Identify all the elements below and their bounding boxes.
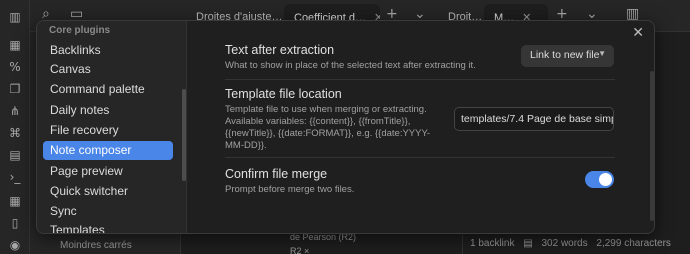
setting-description: Prompt before merge two files.: [225, 184, 355, 195]
terminal-icon[interactable]: ›_: [6, 168, 24, 186]
chevron-down-icon: ▼: [598, 49, 606, 58]
backlink-count[interactable]: 1 backlink: [470, 238, 514, 249]
bookmark-icon[interactable]: ▯: [6, 214, 24, 232]
word-count: 302 words: [541, 238, 588, 249]
sidebar-item-daily-notes[interactable]: Daily notes: [43, 101, 173, 120]
sidebar-item-page-preview[interactable]: Page preview: [43, 162, 173, 181]
status-bar: 1 backlink ▤ 302 words 2,299 characters: [470, 238, 690, 249]
sidebar-item-sync[interactable]: Sync: [43, 202, 173, 221]
copy-icon[interactable]: ❐: [6, 80, 24, 98]
file-item[interactable]: Moindres carrés: [60, 240, 132, 251]
setting-confirm-file-merge: Confirm file merge Prompt before merge t…: [225, 167, 645, 196]
sidebar-scrollbar[interactable]: [182, 89, 186, 181]
help-icon[interactable]: ◉: [6, 236, 24, 254]
sidebar-item-backlinks[interactable]: Backlinks: [43, 41, 173, 60]
left-ribbon: ▥ ▦ % ❐ ⋔ ⌘ ▤ ›_ ▦ ▯ ◉: [0, 0, 30, 254]
divider: [225, 157, 615, 158]
code-percent-icon[interactable]: %: [6, 58, 24, 76]
settings-content: ✕ Text after extraction What to show in …: [187, 21, 654, 233]
command-icon[interactable]: ⌘: [6, 124, 24, 142]
table-icon[interactable]: ▦: [6, 192, 24, 210]
setting-description: Template file to use when merging or ext…: [225, 104, 431, 151]
divider: [225, 79, 615, 80]
sidebar-item-file-recovery[interactable]: File recovery: [43, 121, 173, 140]
graph-icon[interactable]: ⋔: [6, 102, 24, 120]
dropdown-value: Link to new file: [530, 49, 600, 61]
settings-sidebar: Core plugins Backlinks Canvas Command pa…: [37, 21, 187, 233]
sidebar-item-quick-switcher[interactable]: Quick switcher: [43, 182, 173, 201]
setting-name: Confirm file merge: [225, 167, 328, 181]
sidebar-item-command-palette[interactable]: Command palette: [43, 80, 173, 99]
character-count: 2,299 characters: [596, 238, 671, 249]
toggle-knob: [599, 173, 612, 186]
template-file-input[interactable]: templates/7.4 Page de base simple: [454, 107, 614, 131]
book-icon: ▤: [523, 238, 533, 249]
sidebar-item-canvas[interactable]: Canvas: [43, 60, 173, 79]
setting-name: Template file location: [225, 87, 342, 101]
calendar-icon[interactable]: ▦: [6, 36, 24, 54]
close-icon[interactable]: ✕: [632, 25, 644, 41]
text-after-extraction-dropdown[interactable]: Link to new file ▼: [521, 45, 614, 67]
confirm-file-merge-toggle[interactable]: [585, 171, 614, 188]
sidebar-toggle-icon[interactable]: ▥: [6, 8, 24, 26]
settings-modal: Core plugins Backlinks Canvas Command pa…: [36, 20, 655, 234]
setting-description: What to show in place of the selected te…: [225, 60, 476, 71]
sidebar-item-note-composer[interactable]: Note composer: [43, 141, 173, 160]
sidebar-heading: Core plugins: [49, 25, 111, 36]
content-scrollbar[interactable]: [650, 71, 654, 221]
document-text: R2 ×: [290, 246, 310, 254]
sidebar-item-templates[interactable]: Templates: [43, 221, 173, 233]
files-icon[interactable]: ▤: [6, 146, 24, 164]
